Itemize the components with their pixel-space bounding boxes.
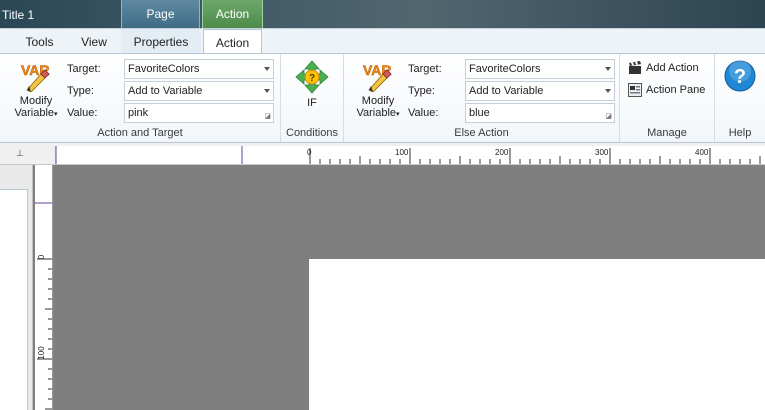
svg-text:?: ? [734,66,746,88]
if-condition-icon: ? [295,60,329,94]
h-ruler-label-100: 100 [395,148,409,157]
group-label-action-and-target: Action and Target [97,127,183,139]
type-combo[interactable]: Add to Variable [124,81,274,101]
var-icon: VAR [21,62,50,92]
tab-tools[interactable]: Tools [12,29,67,54]
h-ruler-label-200: 200 [495,148,509,157]
else-type-value: Add to Variable [469,85,544,97]
action-pane-icon [628,83,642,98]
horizontal-ruler[interactable]: 0 100 200 300 400 [55,146,765,164]
window-title: Title 1 [2,8,35,22]
page-area[interactable] [309,259,765,410]
v-ruler-label-0: 0 [37,254,46,259]
type-label: Type: [67,85,94,97]
group-else-action: VAR Modify Variable▾ Target: FavoriteCol… [344,54,620,142]
modify-variable-label-1: Modify [19,95,53,107]
vertical-ruler[interactable]: 0 100 [35,165,53,410]
group-action-and-target: VAR Modify Variable▾ Target: FavoriteCol… [0,54,281,142]
help-icon: ? [724,60,756,92]
else-modify-variable-label-1: Modify [361,95,395,107]
tab-properties[interactable]: Properties [121,29,201,54]
else-value-text: blue [469,107,490,119]
pin-icon[interactable]: ⊥ [16,148,24,159]
action-pane-button[interactable]: Action Pane [628,82,705,98]
add-action-button[interactable]: Add Action [628,60,699,76]
h-ruler-label-0: 0 [307,148,312,157]
else-target-value: FavoriteColors [469,63,541,75]
group-conditions: ? IF Conditions [281,54,344,142]
clapperboard-icon [629,61,641,75]
value-label: Value: [67,107,98,119]
expand-icon[interactable]: ◪ [605,113,612,120]
chevron-down-icon [264,67,270,71]
action-pane-label: Action Pane [646,84,706,96]
h-ruler-label-400: 400 [695,148,709,157]
target-value: FavoriteColors [128,63,200,75]
else-modify-variable-button[interactable]: VAR Modify Variable▾ [350,60,406,121]
tab-action[interactable]: Action [203,29,262,55]
var-icon: VAR [363,62,392,92]
group-label-help: Help [728,127,752,139]
else-type-label: Type: [408,85,435,97]
group-manage: Add Action Action Pane Manage [620,54,715,142]
else-value-field[interactable]: blue ◪ [465,103,615,123]
target-label: Target: [67,63,101,75]
left-panel-content [0,189,28,410]
type-value: Add to Variable [128,85,203,97]
value-field[interactable]: pink ◪ [124,103,274,123]
chevron-down-icon: ▾ [396,111,400,118]
context-tab-page: Page [121,0,200,28]
h-ruler-label-300: 300 [595,148,609,157]
target-combo[interactable]: FavoriteColors [124,59,274,79]
chevron-down-icon [264,89,270,93]
modify-variable-button[interactable]: VAR Modify Variable▾ [8,60,64,121]
left-panel [0,165,33,410]
tab-view[interactable]: View [68,29,120,54]
chevron-down-icon [605,67,611,71]
else-value-label: Value: [408,107,439,119]
group-help: ? Help [715,54,765,142]
add-action-label: Add Action [646,62,699,74]
help-button[interactable]: ? [723,59,757,96]
value-text: pink [128,107,149,119]
expand-icon[interactable]: ◪ [264,113,271,120]
title-bar: Title 1 Page Action [0,0,765,28]
else-type-combo[interactable]: Add to Variable [465,81,615,101]
ribbon-tab-row: Tools View Properties Action [0,28,765,55]
v-ruler-label-100: 100 [37,346,46,360]
svg-text:?: ? [309,73,315,84]
group-label-else-action: Else Action [454,127,509,139]
else-modify-variable-label-2: Variable [356,107,397,119]
if-label: IF [307,97,317,109]
else-target-combo[interactable]: FavoriteColors [465,59,615,79]
group-label-conditions: Conditions [286,127,338,139]
else-target-label: Target: [408,63,442,75]
context-tab-action: Action [202,0,263,28]
modify-variable-label-2: Variable [14,107,55,119]
chevron-down-icon: ▾ [54,111,58,118]
group-label-manage: Manage [647,127,687,139]
ribbon: VAR Modify Variable▾ Target: FavoriteCol… [0,53,765,143]
if-button[interactable]: ? IF [289,60,335,109]
chevron-down-icon [605,89,611,93]
